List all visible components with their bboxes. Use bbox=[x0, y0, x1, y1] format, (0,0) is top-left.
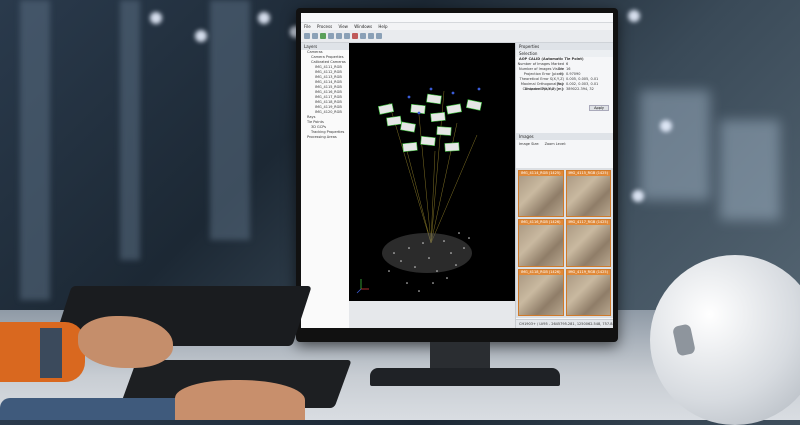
thumbnail-label: IMG_4116_RGB (1426) bbox=[519, 220, 563, 226]
menu-process[interactable]: Process bbox=[317, 24, 332, 29]
toolbar bbox=[301, 30, 613, 43]
images-header: Images bbox=[516, 133, 613, 140]
layers-icon[interactable] bbox=[360, 33, 366, 39]
open-icon[interactable] bbox=[304, 33, 310, 39]
image-thumbnail[interactable]: IMG_4115_RGB (1425) bbox=[565, 170, 611, 218]
image-thumbnail[interactable]: IMG_4118_RGB (1426) bbox=[518, 268, 564, 316]
reflective-stripe bbox=[40, 328, 62, 378]
image-thumbnail[interactable]: IMG_4114_RGB (1425) bbox=[518, 170, 564, 218]
bg-light bbox=[195, 30, 207, 42]
apply-button[interactable]: Apply bbox=[589, 105, 609, 111]
menu-file[interactable]: File bbox=[304, 24, 311, 29]
measure-icon[interactable] bbox=[368, 33, 374, 39]
hand-on-keyboard bbox=[175, 380, 305, 420]
image-thumbnail[interactable]: IMG_4117_RGB (1425) bbox=[565, 219, 611, 267]
bg-light bbox=[660, 120, 672, 132]
bg-light bbox=[258, 12, 270, 24]
image-thumbnail[interactable]: IMG_4116_RGB (1426) bbox=[518, 219, 564, 267]
camera-frustums bbox=[377, 93, 483, 153]
tree-item[interactable]: Processing Areas bbox=[301, 135, 349, 140]
bg-light bbox=[150, 12, 162, 24]
thumbnail-label: IMG_4117_RGB (1425) bbox=[566, 220, 610, 226]
monitor: File Process View Windows Help Layers Ca… bbox=[296, 8, 618, 342]
bg-light bbox=[632, 190, 644, 202]
layers-panel-title: Layers bbox=[301, 43, 349, 50]
status-bar: CH1903+ / LV95 - 2645795.281, 1250062.54… bbox=[516, 319, 613, 328]
bg-window bbox=[720, 120, 780, 220]
process-icon[interactable] bbox=[320, 33, 326, 39]
zoom-level-label: Zoom Level: bbox=[544, 142, 567, 146]
bg-beam bbox=[210, 0, 250, 240]
image-thumbnail[interactable]: IMG_4119_RGB (1425) bbox=[565, 268, 611, 316]
menu-help[interactable]: Help bbox=[378, 24, 387, 29]
image-thumbnails: IMG_4114_RGB (1425) IMG_4115_RGB (1425) … bbox=[516, 168, 613, 318]
apply-row: Apply bbox=[516, 92, 613, 115]
title-bar bbox=[301, 13, 613, 23]
selection-header: Selection bbox=[516, 50, 613, 57]
save-icon[interactable] bbox=[312, 33, 318, 39]
thumbnail-label: IMG_4115_RGB (1425) bbox=[566, 171, 610, 176]
stop-icon[interactable] bbox=[352, 33, 358, 39]
point-cloud bbox=[382, 232, 472, 292]
menu-bar: File Process View Windows Help bbox=[301, 23, 613, 30]
thumbnail-label: IMG_4114_RGB (1425) bbox=[519, 171, 563, 176]
property-value: 389022.394, 32 bbox=[566, 87, 594, 91]
zoom-icon[interactable] bbox=[344, 33, 350, 39]
menu-view[interactable]: View bbox=[338, 24, 348, 29]
rotate-icon[interactable] bbox=[328, 33, 334, 39]
property-key: Computed Position [m]: bbox=[522, 87, 564, 91]
bg-light bbox=[628, 10, 640, 22]
bg-beam bbox=[20, 0, 50, 300]
menu-windows[interactable]: Windows bbox=[354, 24, 372, 29]
camera-icon[interactable] bbox=[376, 33, 382, 39]
image-size-row: Image Size: Zoom Level: bbox=[516, 140, 613, 148]
pan-icon[interactable] bbox=[336, 33, 342, 39]
thumbnail-label: IMG_4118_RGB (1426) bbox=[519, 269, 563, 275]
properties-panel: Properties Selection AOP CALID (Automati… bbox=[515, 43, 613, 328]
image-size-label: Image Size: bbox=[519, 142, 540, 146]
app-window: File Process View Windows Help Layers Ca… bbox=[301, 13, 613, 328]
thumbnail-label: IMG_4119_RGB (1425) bbox=[566, 269, 610, 275]
rayCloud-viewer[interactable] bbox=[349, 43, 515, 301]
monitor-base bbox=[370, 368, 560, 386]
point-cloud-scene bbox=[356, 87, 483, 294]
axis-gizmo bbox=[356, 279, 369, 294]
viewer-control-bar bbox=[349, 301, 515, 328]
bg-beam bbox=[120, 0, 140, 260]
bg-window bbox=[640, 90, 710, 200]
properties-panel-title: Properties bbox=[516, 43, 613, 50]
